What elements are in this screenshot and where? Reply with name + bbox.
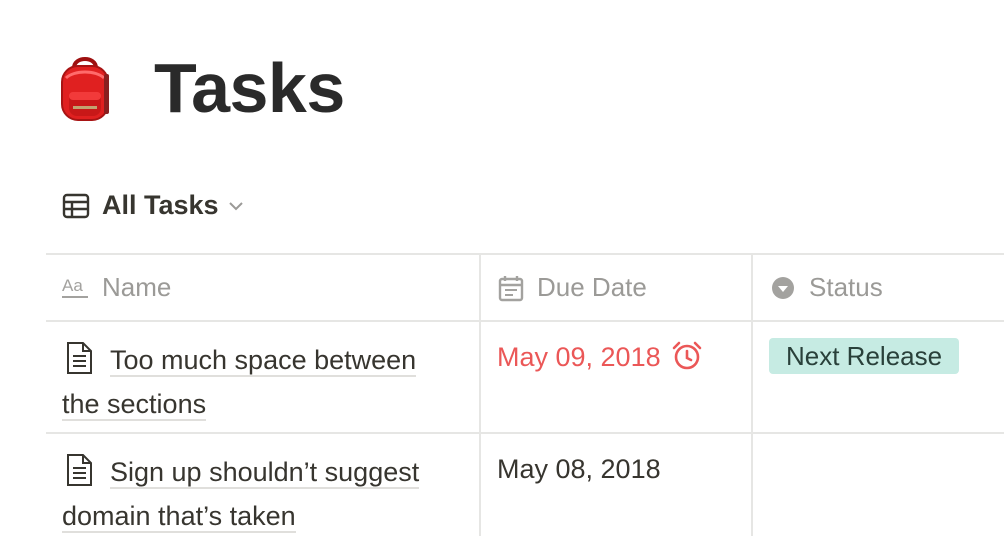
text-property-icon: Aa xyxy=(62,276,88,298)
table-row[interactable]: Too much space between the sections May … xyxy=(46,322,1004,434)
status-cell[interactable]: Next Release xyxy=(753,322,1004,432)
view-label: All Tasks xyxy=(102,190,219,220)
column-header-label: Name xyxy=(102,272,172,302)
task-title-text[interactable]: Sign up shouldn’t suggest domain that’s … xyxy=(62,457,420,533)
task-name-cell[interactable]: Sign up shouldn’t suggest domain that’s … xyxy=(46,434,481,536)
status-cell[interactable] xyxy=(753,434,1004,536)
calendar-icon xyxy=(498,275,524,301)
svg-text:Aa: Aa xyxy=(62,276,83,295)
column-header-status[interactable]: Status xyxy=(753,255,1004,320)
table-header-row: Aa Name Due Date Status xyxy=(46,255,1004,322)
column-header-label: Status xyxy=(809,272,883,302)
select-property-icon xyxy=(772,276,794,299)
due-date-value: May 08, 2018 xyxy=(497,454,661,484)
table-icon xyxy=(62,193,90,218)
document-icon xyxy=(67,454,92,486)
page-title: Tasks xyxy=(154,49,345,127)
tasks-table: Aa Name Due Date Status Too much space b… xyxy=(46,253,1004,536)
chevron-down-icon xyxy=(228,201,243,210)
task-title[interactable]: Sign up shouldn’t suggest domain that’s … xyxy=(62,450,459,536)
table-row[interactable]: Sign up shouldn’t suggest domain that’s … xyxy=(46,434,1004,536)
due-date-cell[interactable]: May 08, 2018 xyxy=(481,434,753,536)
backpack-icon[interactable] xyxy=(56,52,114,124)
task-name-cell[interactable]: Too much space between the sections xyxy=(46,322,481,432)
notion-page: Tasks All Tasks Aa Name Due Date Status … xyxy=(0,0,1004,536)
task-title-text[interactable]: Too much space between the sections xyxy=(62,345,417,421)
document-icon xyxy=(67,342,92,374)
column-header-due-date[interactable]: Due Date xyxy=(481,255,753,320)
due-date-cell[interactable]: May 09, 2018 xyxy=(481,322,753,432)
column-header-name[interactable]: Aa Name xyxy=(46,255,481,320)
alarm-clock-icon xyxy=(672,341,701,370)
column-header-label: Due Date xyxy=(537,272,647,302)
due-date-value: May 09, 2018 xyxy=(497,342,661,372)
view-selector[interactable]: All Tasks xyxy=(62,190,245,221)
status-tag: Next Release xyxy=(769,338,960,374)
page-header: Tasks xyxy=(56,48,345,128)
task-title[interactable]: Too much space between the sections xyxy=(62,338,459,426)
